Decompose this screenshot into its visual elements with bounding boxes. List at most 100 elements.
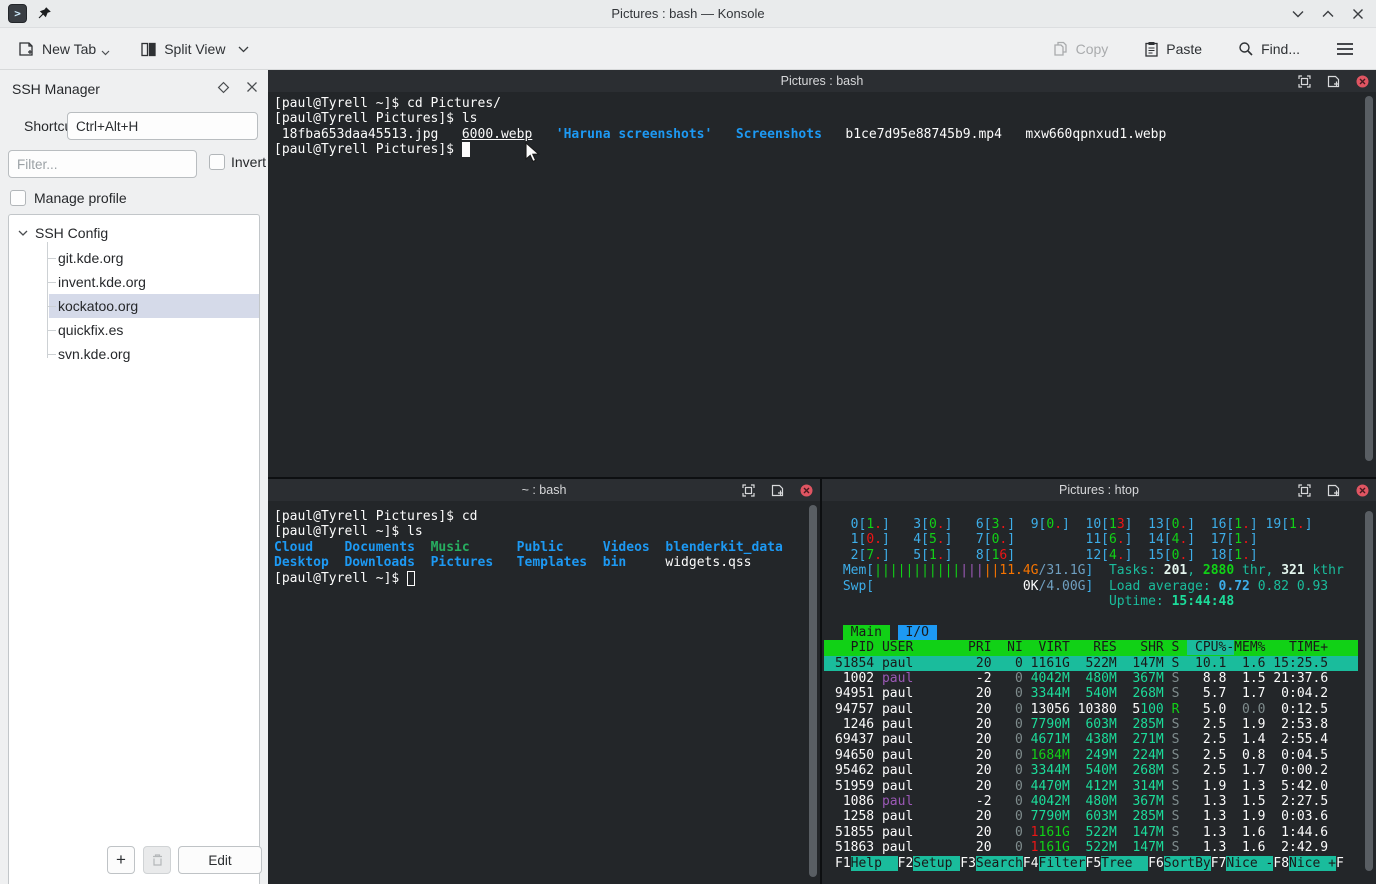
tree-item-quickfix.es[interactable]: quickfix.es — [47, 318, 259, 342]
maximize-pane-icon[interactable] — [1298, 483, 1311, 497]
terminal-line: [paul@Tyrell Pictures]$ — [274, 142, 1356, 158]
terminal-line: 51854 paul 20 0 1161G 522M 147M S 10.1 1… — [824, 655, 1358, 671]
terminal-pane-home-bash: ~ : bash [paul@Tyrell Pictures]$ cd [paul… — [268, 479, 820, 884]
terminal-line: [paul@Tyrell ~]$ cd Pictures/ — [274, 96, 501, 111]
terminal-line: [paul@Tyrell ~]$ ls — [274, 524, 423, 540]
terminal-line: 94757 paul 20 0 13056 10380 5100 R 5.0 0… — [835, 701, 1329, 717]
paste-label: Paste — [1166, 41, 1203, 57]
scrollbar[interactable] — [1364, 94, 1374, 475]
terminal-line: 1246 paul 20 0 7790M 603M 285M S 2.5 1.9… — [835, 717, 1329, 733]
terminal-line: 94650 paul 20 0 1684M 249M 224M S 2.5 0.… — [835, 747, 1329, 763]
terminal-line: 94951 paul 20 0 3344M 540M 268M S 5.7 1.… — [835, 686, 1329, 702]
search-icon — [1239, 42, 1253, 56]
window-title: Pictures : bash — Konsole — [611, 6, 765, 21]
tree-item-invent.kde.org[interactable]: invent.kde.org — [47, 270, 259, 294]
add-host-button[interactable]: + — [107, 846, 135, 874]
scrollbar-thumb[interactable] — [1365, 96, 1373, 461]
scrollbar[interactable] — [808, 503, 818, 882]
close-pane-icon[interactable] — [800, 484, 813, 497]
terminal-line: 51863 paul 20 0 1161G 522M 147M S 1.3 1.… — [835, 840, 1329, 856]
float-panel-icon[interactable] — [217, 81, 230, 94]
manage-profile-label: Manage profile — [34, 190, 127, 206]
split-view-icon — [141, 42, 156, 56]
new-tab-label: New Tab — [42, 41, 97, 57]
tree-item-git.kde.org[interactable]: git.kde.org — [47, 246, 259, 270]
close-panel-icon[interactable] — [246, 81, 258, 93]
terminal-line: 2[7.] 5[1.] 8[16] 12[4.] 15[0.] 18[1.] — [850, 547, 1258, 563]
terminal-pane-pictures-bash: Pictures : bash [paul@Tyrell ~]$ cd Pict… — [268, 70, 1376, 477]
close-pane-icon[interactable] — [1356, 75, 1369, 88]
terminal-line: PID USER PRI NI VIRT RES SHR S CPU%-MEM%… — [824, 640, 1358, 656]
hamburger-menu-button[interactable] — [1328, 36, 1362, 62]
terminal-line: 51855 paul 20 0 1161G 522M 147M S 1.3 1.… — [835, 824, 1329, 840]
terminal-line: [paul@Tyrell ~]$ — [274, 571, 800, 586]
ssh-manager-panel: SSH Manager Shortcut Invert Manage profi… — [0, 70, 268, 884]
shortcut-input[interactable] — [67, 112, 258, 140]
terminal-pane-pictures-htop: Pictures : htop 0[1.] 3[0.] 6[3.] 9[0.] … — [822, 479, 1376, 884]
chevron-down-icon — [238, 46, 249, 52]
terminal-line: 1002 paul -2 0 4042M 480M 367M S 8.8 1.5… — [835, 670, 1329, 686]
pane-title: Pictures : bash — [780, 74, 864, 88]
invert-checkbox[interactable] — [209, 154, 225, 170]
terminal-line: Main I/O — [842, 624, 937, 640]
chevron-down-icon — [18, 230, 28, 236]
find-button[interactable]: Find... — [1230, 35, 1308, 63]
split-view-button[interactable]: Split View — [132, 35, 257, 64]
minimize-button[interactable] — [1290, 6, 1306, 22]
terminal-line: 1258 paul 20 0 7790M 603M 285M S 1.3 1.9… — [835, 809, 1329, 825]
tree-item-svn.kde.org[interactable]: svn.kde.org — [47, 342, 259, 366]
pane-header[interactable]: ~ : bash — [268, 479, 820, 501]
tree-item-label: quickfix.es — [58, 322, 124, 338]
new-tab-pane-icon[interactable] — [1327, 484, 1340, 497]
chevron-down-icon — [101, 50, 110, 56]
terminal-line: Cloud Documents Music Public Videos blen… — [274, 539, 783, 555]
invert-label: Invert — [231, 154, 267, 170]
terminal-line: Mem[||||||||||||||||11.4G/31.1G] Tasks: … — [835, 563, 1344, 579]
titlebar[interactable]: > Pictures : bash — Konsole — [0, 0, 1376, 28]
copy-button[interactable]: Copy — [1045, 35, 1117, 63]
pane-header[interactable]: Pictures : bash — [268, 70, 1376, 92]
paste-button[interactable]: Paste — [1136, 35, 1210, 63]
tree-item-label: svn.kde.org — [58, 346, 131, 362]
manage-profile-checkbox[interactable] — [10, 190, 26, 206]
main-toolbar: New Tab Split View Copy Paste Find... — [0, 29, 1376, 70]
terminal-line: [paul@Tyrell Pictures]$ cd — [274, 509, 478, 524]
terminal-line: Swp[ 0K/4.00G] Load average: 0.72 0.82 0… — [835, 578, 1329, 594]
scrollbar-thumb[interactable] — [809, 505, 817, 877]
maximize-pane-icon[interactable] — [742, 483, 755, 497]
maximize-pane-icon[interactable] — [1298, 74, 1311, 88]
pane-header[interactable]: Pictures : htop — [822, 479, 1376, 501]
terminal-line: 0[1.] 3[0.] 6[3.] 9[0.] 10[13] 13[0.] 16… — [850, 517, 1313, 532]
terminal-line: Uptime: 15:44:48 — [1108, 593, 1235, 609]
delete-host-button[interactable] — [143, 846, 171, 874]
terminal-split-area: Pictures : bash [paul@Tyrell ~]$ cd Pict… — [268, 70, 1376, 884]
terminal-line: 1[0.] 4[5.] 7[0.] 11[6.] 14[4.] 17[1.] — [850, 532, 1258, 548]
terminal-line: Desktop Downloads Pictures Templates bin… — [274, 555, 752, 571]
new-tab-pane-icon[interactable] — [771, 484, 784, 497]
scrollbar-thumb[interactable] — [1365, 511, 1373, 871]
tree-item-label: kockatoo.org — [58, 298, 139, 314]
edit-host-label: Edit — [208, 852, 232, 868]
scrollbar[interactable] — [1364, 503, 1374, 882]
terminal-line: 51959 paul 20 0 4470M 412M 314M S 1.9 1.… — [835, 778, 1329, 794]
filter-input[interactable] — [8, 150, 197, 178]
new-tab-button[interactable]: New Tab — [10, 35, 118, 64]
maximize-button[interactable] — [1320, 6, 1336, 22]
tree-item-kockatoo.org[interactable]: kockatoo.org — [47, 294, 259, 318]
mouse-cursor — [525, 142, 540, 163]
close-pane-icon[interactable] — [1356, 484, 1369, 497]
hamburger-menu-icon — [1337, 43, 1353, 55]
new-tab-pane-icon[interactable] — [1327, 75, 1340, 88]
edit-host-button[interactable]: Edit — [178, 846, 262, 874]
copy-icon — [1053, 41, 1067, 56]
paste-icon — [1145, 42, 1158, 57]
ssh-config-tree: SSH Config git.kde.org invent.kde.org kock… — [8, 214, 260, 884]
close-button[interactable] — [1350, 6, 1366, 22]
konsole-window: > Pictures : bash — Konsole New Tab Spli… — [0, 0, 1376, 884]
pane-title: ~ : bash — [521, 483, 567, 497]
tree-item-label: invent.kde.org — [58, 274, 146, 290]
split-view-label: Split View — [164, 41, 226, 57]
find-label: Find... — [1261, 41, 1300, 57]
new-tab-icon — [19, 41, 33, 56]
trash-icon — [152, 854, 162, 866]
